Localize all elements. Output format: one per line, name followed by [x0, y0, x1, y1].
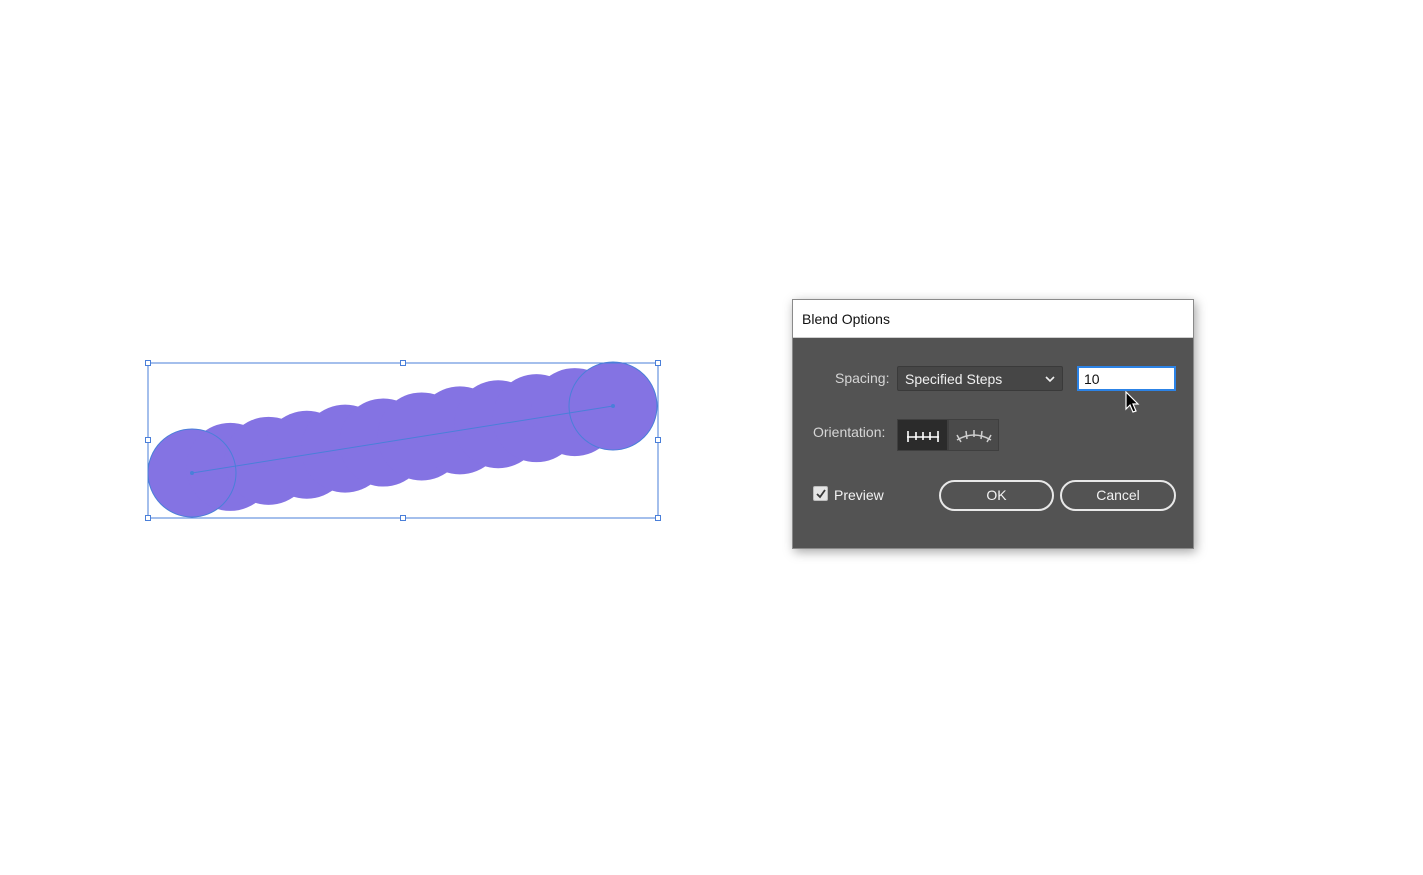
spacing-dropdown-value: Specified Steps — [905, 371, 1003, 387]
handle-top-left[interactable] — [145, 360, 151, 366]
handle-bottom-center[interactable] — [400, 515, 406, 521]
dialog-titlebar[interactable]: Blend Options — [793, 300, 1193, 338]
handle-bottom-left[interactable] — [145, 515, 151, 521]
handle-middle-left[interactable] — [145, 437, 151, 443]
steps-input[interactable] — [1077, 366, 1176, 391]
align-to-path-icon — [955, 430, 992, 443]
preview-label[interactable]: Preview — [834, 487, 884, 503]
checkmark-icon — [816, 489, 826, 499]
dialog-title: Blend Options — [802, 311, 890, 327]
align-to-page-icon — [906, 431, 939, 442]
handle-top-right[interactable] — [655, 360, 661, 366]
orientation-toggle-group — [897, 419, 1003, 451]
orientation-align-to-path-button[interactable] — [948, 419, 999, 451]
spacing-dropdown[interactable]: Specified Steps — [897, 366, 1063, 391]
chevron-down-icon — [1045, 376, 1055, 383]
handle-middle-right[interactable] — [655, 437, 661, 443]
handle-top-center[interactable] — [400, 360, 406, 366]
artboard[interactable] — [0, 0, 1423, 875]
orientation-label: Orientation: — [813, 424, 886, 440]
spacing-label: Spacing: — [835, 370, 890, 386]
preview-checkbox[interactable] — [813, 486, 828, 501]
end-anchor-point — [611, 404, 615, 408]
cancel-button[interactable]: Cancel — [1060, 480, 1176, 511]
start-anchor-point — [190, 471, 194, 475]
blend-options-dialog: Blend Options Spacing: Specified Steps O… — [792, 299, 1194, 549]
blend-artwork[interactable] — [0, 0, 1423, 875]
orientation-align-to-page-button[interactable] — [897, 419, 948, 451]
handle-bottom-right[interactable] — [655, 515, 661, 521]
ok-button[interactable]: OK — [939, 480, 1054, 511]
